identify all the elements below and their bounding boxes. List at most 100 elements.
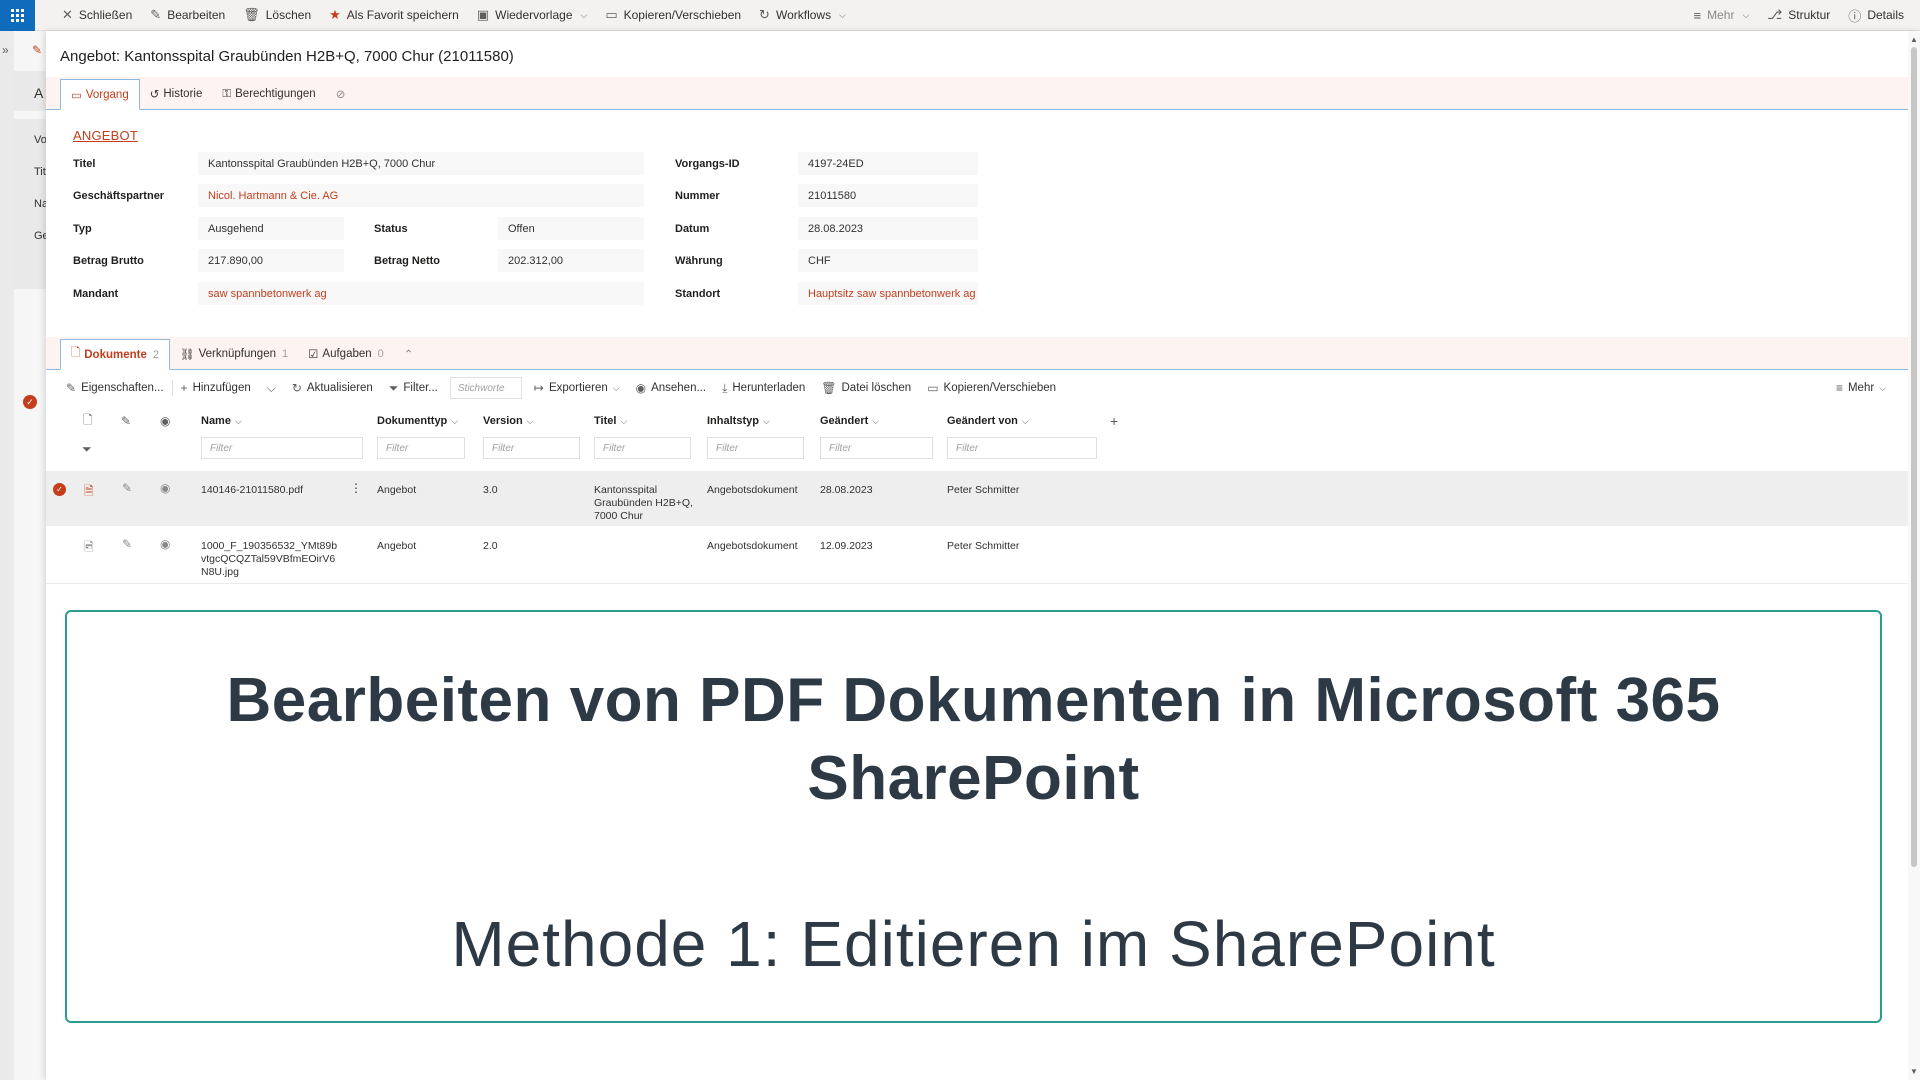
delete-button[interactable]: 🗑 Löschen (234, 0, 320, 31)
cell-title: Kantonsspital Graubünden H2B+Q, 7000 Chu… (594, 484, 693, 522)
background-letter: A (34, 85, 44, 101)
tab-hidden[interactable]: ⊘ (326, 79, 356, 109)
more-vertical-icon[interactable]: ⋮ (350, 481, 362, 495)
filter-input-title[interactable]: Filter (594, 437, 691, 459)
field-label-status: Status (374, 223, 408, 235)
edit-button[interactable]: ✎ Bearbeiten (141, 0, 234, 31)
export-dropdown[interactable]: ↦ Exportieren ⌵ (526, 381, 628, 395)
add-dropdown[interactable]: ⌵ (259, 381, 284, 396)
link-icon: ⛓ (180, 349, 195, 361)
eye-icon[interactable]: ◉ (160, 481, 170, 495)
field-mandant-link[interactable]: saw spannbetonwerk ag (198, 282, 644, 305)
filter-input-modified[interactable]: Filter (820, 437, 933, 459)
pencil-icon[interactable]: ✎ (122, 481, 132, 495)
copy-move-button[interactable]: ▭ Kopieren/Verschieben (596, 0, 750, 31)
add-column-button[interactable]: + (1110, 406, 1118, 436)
field-datum[interactable]: 28.08.2023 (798, 217, 978, 240)
filter-input-doctype[interactable]: Filter (377, 437, 465, 459)
scrollbar-thumb[interactable] (1911, 47, 1917, 867)
tab-vorgang[interactable]: ▭ Vorgang (60, 79, 140, 110)
lines-icon: ≡ (1693, 7, 1702, 23)
cell-name[interactable]: 140146-21011580.pdf (201, 484, 351, 497)
more-dropdown[interactable]: ≡ Mehr ⌵ (1828, 381, 1894, 395)
pencil-icon[interactable]: ✎ (122, 537, 132, 551)
filter-input-version[interactable]: Filter (483, 437, 580, 459)
column-header-modified-by[interactable]: Geändert von ⌵ (947, 406, 1029, 436)
eye-icon[interactable]: ◉ (160, 537, 170, 551)
filter-button[interactable]: ⏷ Filter... (381, 381, 446, 396)
view-header-icon: ◉ (160, 414, 171, 428)
background-letter: Ge (34, 230, 46, 242)
info-icon: ⓘ (1848, 8, 1862, 24)
column-header-title[interactable]: Titel ⌵ (594, 406, 627, 436)
scroll-up-icon[interactable]: ▲ (1910, 35, 1918, 44)
add-button[interactable]: + Hinzufügen (173, 381, 259, 395)
field-nummer[interactable]: 21011580 (798, 184, 978, 207)
background-letter: Vo (34, 134, 46, 146)
pencil-icon: ✎ (32, 43, 43, 57)
field-partner-link[interactable]: Nicol. Hartmann & Cie. AG (198, 184, 644, 207)
view-button[interactable]: ◉ Ansehen... (628, 381, 714, 395)
field-brutto[interactable]: 217.890,00 (198, 249, 344, 272)
column-header-name[interactable]: Name ⌵ (201, 406, 242, 436)
table-row[interactable]: ✓ 🗎 ✎ ◉ 140146-21011580.pdf ⋮ Angebot 3.… (46, 471, 1908, 526)
structure-icon: ⎇ (1767, 7, 1783, 22)
close-icon: ✕ (62, 7, 73, 22)
table-row[interactable]: 🖻 ✎ ◉ 1000_F_190356532_YMt89bvtgcQCQZTal… (46, 527, 1908, 584)
more-dropdown[interactable]: ≡ Mehr ⌵ (1685, 0, 1759, 31)
document-icon: 🗋 (71, 347, 81, 359)
star-icon: ★ (329, 7, 341, 22)
app-launcher-button[interactable] (0, 0, 35, 31)
close-button[interactable]: ✕ Schließen (53, 0, 141, 31)
check-circle-icon[interactable]: ✓ (53, 483, 66, 496)
scroll-down-icon[interactable]: ▼ (1910, 1067, 1918, 1076)
field-vorgangs-id[interactable]: 4197-24ED (798, 152, 978, 175)
vertical-scrollbar[interactable]: ▲ ▼ (1908, 31, 1920, 1080)
eye-icon: ◉ (635, 381, 647, 395)
field-typ[interactable]: Ausgehend (198, 217, 344, 240)
save-favorite-button[interactable]: ★ Als Favorit speichern (320, 0, 468, 31)
background-page: ✎ A Vo Tit Na Ge ✓ (14, 31, 46, 1080)
tab-aufgaben[interactable]: ☑ Aufgaben 0 (298, 339, 394, 369)
column-header-doctype[interactable]: Dokumenttyp ⌵ (377, 406, 458, 436)
tab-berechtigungen[interactable]: ⚿ Berechtigungen (212, 79, 325, 109)
column-header-contenttype[interactable]: Inhaltstyp ⌵ (707, 406, 770, 436)
pencil-icon: ✎ (150, 7, 162, 22)
resubmission-dropdown[interactable]: ▣ Wiedervorlage ⌵ (468, 0, 597, 31)
collapse-button[interactable]: ⌃ (394, 339, 424, 369)
cell-modified: 28.08.2023 (820, 484, 873, 496)
tab-historie[interactable]: ↺ Historie (140, 79, 213, 109)
keywords-input[interactable]: Stichworte (449, 377, 522, 399)
tab-count: 2 (152, 348, 159, 361)
details-button[interactable]: ⓘ Details (1839, 0, 1920, 31)
cell-doctype: Angebot (377, 540, 417, 552)
field-label-titel: Titel (73, 158, 96, 170)
field-netto[interactable]: 202.312,00 (498, 249, 644, 272)
workflows-dropdown[interactable]: ↻ Workflows ⌵ (750, 0, 855, 31)
field-titel[interactable]: Kantonsspital Graubünden H2B+Q, 7000 Chu… (198, 152, 644, 175)
cell-name[interactable]: 1000_F_190356532_YMt89bvtgcQCQZTal59VBfm… (201, 540, 339, 579)
download-button[interactable]: ⤓ Herunterladen (714, 381, 813, 396)
tab-dokumente[interactable]: 🗋 Dokumente 2 (60, 339, 170, 370)
delete-file-button[interactable]: 🗑 Datei löschen (813, 381, 919, 395)
document-toolbar: ✎ Eigenschaften... + Hinzufügen ⌵ ↻ Aktuali… (46, 370, 1908, 406)
copy-move-button[interactable]: ▭ Kopieren/Verschieben (919, 381, 1064, 395)
column-header-version[interactable]: Version ⌵ (483, 406, 534, 436)
filter-input-name[interactable]: Filter (201, 437, 363, 459)
plus-icon: + (180, 381, 188, 395)
field-standort-link[interactable]: Hauptsitz saw spannbetonwerk ag (798, 282, 978, 305)
filter-input-contenttype[interactable]: Filter (707, 437, 804, 459)
field-status[interactable]: Offen (498, 217, 644, 240)
field-waehrung[interactable]: CHF (798, 249, 978, 272)
chevron-down-icon: ⌵ (1021, 415, 1029, 426)
filter-icon: ⏷ (82, 442, 92, 456)
properties-button[interactable]: ✎ Eigenschaften... (58, 381, 172, 395)
command-bar: ✕ Schließen ✎ Bearbeiten 🗑 Löschen ★ Als Fav… (0, 0, 1920, 31)
refresh-button[interactable]: ↻ Aktualisieren (284, 381, 381, 395)
expand-icon[interactable]: » (2, 43, 9, 57)
tab-verknuepfungen[interactable]: ⛓ Verknüpfungen 1 (170, 339, 298, 369)
field-label-partner: Geschäftspartner (73, 190, 165, 202)
column-header-modified[interactable]: Geändert ⌵ (820, 406, 879, 436)
filter-input-modified-by[interactable]: Filter (947, 437, 1097, 459)
structure-button[interactable]: ⎇ Struktur (1758, 0, 1839, 31)
